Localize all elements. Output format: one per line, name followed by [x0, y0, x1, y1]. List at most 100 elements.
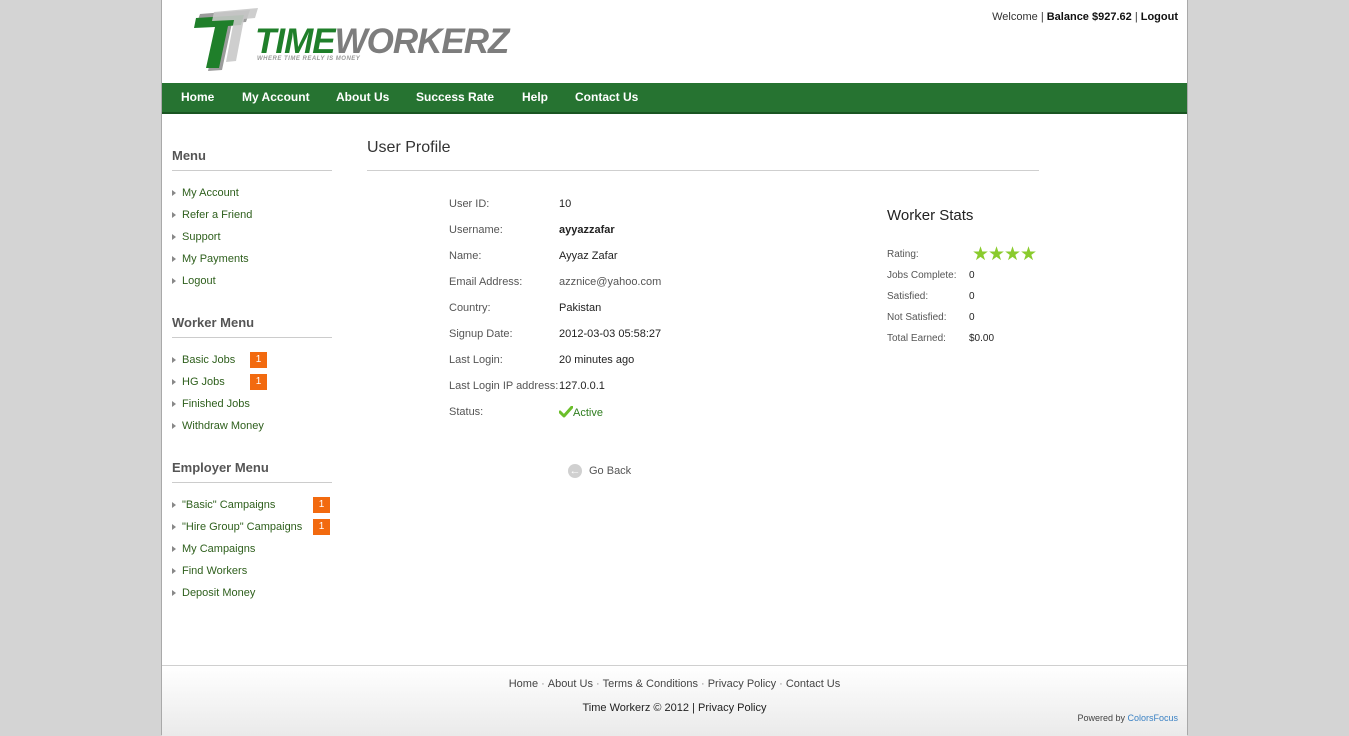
go-back-label: Go Back [589, 465, 632, 477]
sidebar-item-logout[interactable]: Logout [172, 275, 216, 287]
logo-word-workerz: WORKERZ [334, 22, 510, 61]
footer-link-about-us[interactable]: About Us [548, 678, 593, 690]
powered-by-link[interactable]: ColorsFocus [1127, 713, 1178, 723]
arrow-right-icon [172, 546, 176, 552]
field-label-username: Username: [449, 224, 503, 236]
field-label-country: Country: [449, 302, 491, 314]
status-text: Active [573, 407, 603, 419]
nav-about-us[interactable]: About Us [336, 90, 389, 104]
page-title: User Profile [367, 139, 451, 156]
field-label-last-login: Last Login: [449, 354, 503, 366]
stat-value-not-satisfied: 0 [969, 312, 975, 323]
field-value-name: Ayyaz Zafar [559, 250, 618, 262]
field-label-user-id: User ID: [449, 198, 490, 210]
sidebar-item-support[interactable]: Support [172, 231, 221, 243]
field-value-last-login: 20 minutes ago [559, 354, 635, 366]
footer-links: Home · About Us · Terms & Conditions · Privacy… [508, 678, 841, 690]
powered-by: Powered by ColorsFocus [1077, 713, 1178, 723]
title-divider [367, 170, 1039, 171]
sidebar-item-hg-jobs[interactable]: HG Jobs [172, 376, 225, 388]
stat-value-jobs-complete: 0 [969, 270, 975, 281]
footer-link-contact-us[interactable]: Contact Us [786, 678, 840, 690]
field-label-email: Email Address: [449, 276, 523, 288]
field-label-last-login-ip: Last Login IP address: [449, 380, 559, 392]
footer: Home · About Us · Terms & Conditions · Privacy… [162, 665, 1187, 736]
star-icon: ★ [1020, 244, 1038, 265]
star-icon: ★ [988, 244, 1006, 265]
hire-group-campaigns-count-badge: 1 [313, 519, 330, 535]
field-label-status: Status: [449, 406, 484, 418]
stat-value-satisfied: 0 [969, 291, 975, 302]
sidebar-item-find-workers[interactable]: Find Workers [172, 565, 247, 577]
basic-jobs-count-badge: 1 [250, 352, 267, 368]
stat-label-satisfied: Satisfied: [887, 291, 929, 302]
welcome-text: Welcome [992, 11, 1038, 23]
sidebar-item-my-campaigns[interactable]: My Campaigns [172, 543, 255, 555]
footer-copyright: Time Workerz © 2012 | Privacy Policy [162, 702, 1187, 714]
nav-help[interactable]: Help [522, 90, 548, 104]
basic-campaigns-count-badge: 1 [313, 497, 330, 513]
logo-mark-icon [194, 8, 258, 71]
footer-copyright-privacy-link[interactable]: Privacy Policy [698, 702, 766, 714]
arrow-right-icon [172, 568, 176, 574]
stat-label-total-earned: Total Earned: [887, 333, 946, 344]
copyright-text: Time Workerz © 2012 | [582, 702, 695, 714]
menu-heading: Menu [172, 148, 332, 171]
checkmark-icon [558, 405, 574, 418]
worker-stats-title: Worker Stats [887, 207, 974, 224]
hg-jobs-count-badge: 1 [250, 374, 267, 390]
back-arrow-icon: ← [568, 464, 582, 478]
main-nav: Home My Account About Us Success Rate He… [162, 83, 1187, 114]
sidebar-item-deposit-money[interactable]: Deposit Money [172, 587, 255, 599]
sidebar-item-refer-a-friend[interactable]: Refer a Friend [172, 209, 252, 221]
nav-my-account[interactable]: My Account [242, 90, 310, 104]
footer-link-terms[interactable]: Terms & Conditions [603, 678, 698, 690]
nav-success-rate[interactable]: Success Rate [416, 90, 494, 104]
nav-home[interactable]: Home [181, 90, 214, 104]
stat-value-total-earned: $0.00 [969, 333, 995, 344]
stat-label-not-satisfied: Not Satisfied: [887, 312, 947, 323]
sidebar-item-finished-jobs[interactable]: Finished Jobs [172, 398, 250, 410]
employer-menu-heading: Employer Menu [172, 460, 332, 483]
arrow-right-icon [172, 401, 176, 407]
header-logout-link[interactable]: Logout [1141, 11, 1178, 23]
footer-link-privacy-policy[interactable]: Privacy Policy [708, 678, 776, 690]
field-value-country: Pakistan [559, 302, 602, 314]
star-icon: ★ [972, 244, 990, 265]
field-value-username: ayyazzafar [559, 224, 615, 236]
field-value-email: azznice@yahoo.com [559, 276, 662, 288]
sidebar-item-hire-group-campaigns[interactable]: "Hire Group" Campaigns [172, 521, 302, 533]
arrow-right-icon [172, 234, 176, 240]
site-logo[interactable]: TIMEWORKERZ WHERE TIME REALY IS MONEY [192, 6, 509, 76]
field-value-last-login-ip: 127.0.0.1 [559, 380, 605, 392]
arrow-right-icon [172, 190, 176, 196]
logo-tagline: WHERE TIME REALY IS MONEY [257, 56, 361, 62]
arrow-right-icon [172, 278, 176, 284]
user-bar: Welcome | Balance $927.62 | Logout [992, 11, 1178, 23]
balance-text: Balance $927.62 [1046, 11, 1132, 23]
arrow-right-icon [172, 357, 176, 363]
page: TIMEWORKERZ WHERE TIME REALY IS MONEY We… [161, 0, 1188, 736]
nav-contact-us[interactable]: Contact Us [575, 90, 638, 104]
stat-label-rating: Rating: [887, 249, 919, 260]
field-value-status: Active [558, 405, 603, 419]
arrow-right-icon [172, 502, 176, 508]
star-icon: ★ [1004, 244, 1022, 265]
arrow-right-icon [172, 524, 176, 530]
stat-label-jobs-complete: Jobs Complete: [887, 270, 957, 281]
field-value-signup-date: 2012-03-03 05:58:27 [559, 328, 662, 340]
sidebar-item-withdraw-money[interactable]: Withdraw Money [172, 420, 264, 432]
arrow-right-icon [172, 423, 176, 429]
footer-link-home[interactable]: Home [509, 678, 538, 690]
arrow-right-icon [172, 590, 176, 596]
worker-menu-heading: Worker Menu [172, 315, 332, 338]
sidebar-item-my-payments[interactable]: My Payments [172, 253, 249, 265]
arrow-right-icon [172, 212, 176, 218]
sidebar-item-basic-campaigns[interactable]: "Basic" Campaigns [172, 499, 275, 511]
arrow-right-icon [172, 379, 176, 385]
sidebar-item-basic-jobs[interactable]: Basic Jobs [172, 354, 235, 366]
powered-by-text: Powered by [1077, 713, 1125, 723]
field-label-name: Name: [449, 250, 482, 262]
sidebar-item-my-account[interactable]: My Account [172, 187, 239, 199]
arrow-right-icon [172, 256, 176, 262]
